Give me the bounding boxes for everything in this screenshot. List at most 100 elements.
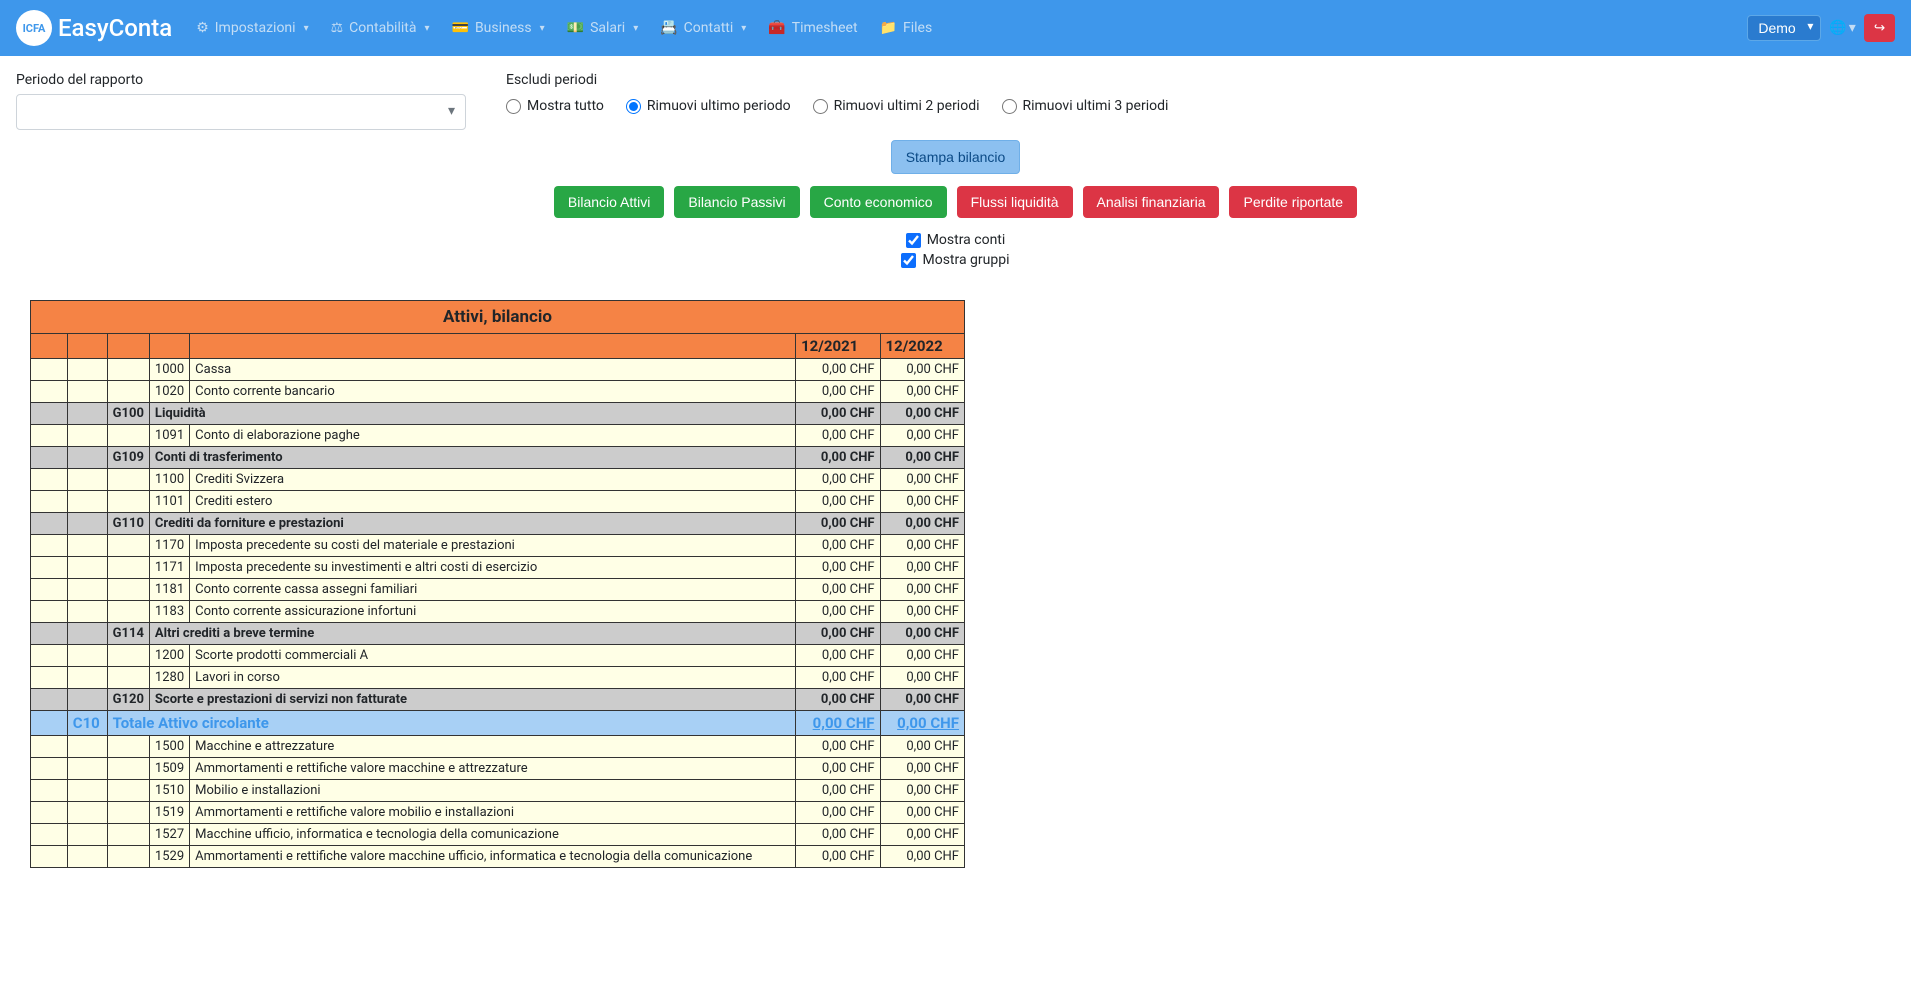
nav-label: Salari [590, 20, 625, 36]
cell-v2: 0,00 CHF [880, 667, 964, 689]
cell-v2: 0,00 CHF [880, 535, 964, 557]
nav-icon: 📁 [880, 20, 897, 36]
exclude-radio-3[interactable]: Rimuovi ultimi 3 periodi [1002, 98, 1169, 114]
table-row: 1091Conto di elaborazione paghe0,00 CHF0… [31, 425, 965, 447]
nav-icon: 💳 [452, 20, 469, 36]
group-code: G109 [107, 447, 149, 469]
language-button[interactable]: 🌐▾ [1829, 20, 1855, 36]
brand[interactable]: ICFA EasyConta [16, 10, 172, 46]
nav-label: Impostazioni [215, 20, 296, 36]
cell-v2: 0,00 CHF [880, 513, 964, 535]
cell-v1: 0,00 CHF [796, 824, 880, 846]
class-code: C10 [67, 711, 107, 736]
nav-icon: 🧰 [768, 20, 785, 36]
cell-v1: 0,00 CHF [796, 758, 880, 780]
nav-icon: ⚙ [196, 20, 209, 36]
exclude-radio-input[interactable] [506, 99, 521, 114]
report-button-bilancio-attivi[interactable]: Bilancio Attivi [554, 186, 664, 218]
logout-icon: ↪ [1874, 20, 1885, 35]
cell-v1: 0,00 CHF [796, 535, 880, 557]
exclude-radio-input[interactable] [1002, 99, 1017, 114]
account-code: 1170 [149, 535, 189, 557]
account-code: 1280 [149, 667, 189, 689]
cell-v2: 0,00 CHF [880, 425, 964, 447]
cell-v1: 0,00 CHF [796, 513, 880, 535]
cell-v2: 0,00 CHF [880, 381, 964, 403]
table-row: G100Liquidità0,00 CHF0,00 CHF [31, 403, 965, 425]
exclude-radio-input[interactable] [626, 99, 641, 114]
account-code: 1510 [149, 780, 189, 802]
group-code: G120 [107, 689, 149, 711]
report-button-perdite-riportate[interactable]: Perdite riportate [1229, 186, 1357, 218]
report-button-flussi-liquidità[interactable]: Flussi liquidità [957, 186, 1073, 218]
cell-v2: 0,00 CHF [880, 780, 964, 802]
cell-v2: 0,00 CHF [880, 359, 964, 381]
cell-v2: 0,00 CHF [880, 491, 964, 513]
table-row: 1500Macchine e attrezzature0,00 CHF0,00 … [31, 736, 965, 758]
cell-v2: 0,00 CHF [880, 846, 964, 868]
nav-files[interactable]: 📁 Files [870, 14, 943, 42]
table-row: 1100Crediti Svizzera0,00 CHF0,00 CHF [31, 469, 965, 491]
exclude-radio-input[interactable] [813, 99, 828, 114]
account-desc: Conto corrente cassa assegni familiari [190, 579, 796, 601]
globe-icon: 🌐 [1829, 20, 1846, 36]
account-code: 1527 [149, 824, 189, 846]
table-row: 1000Cassa0,00 CHF0,00 CHF [31, 359, 965, 381]
exclude-radio-0[interactable]: Mostra tutto [506, 98, 604, 114]
account-desc: Crediti Svizzera [190, 469, 796, 491]
show-groups-checkbox[interactable] [901, 253, 916, 268]
report-button-analisi-finanziaria[interactable]: Analisi finanziaria [1083, 186, 1220, 218]
cell-v2: 0,00 CHF [880, 711, 964, 736]
account-desc: Imposta precedente su investimenti e alt… [190, 557, 796, 579]
exclude-radio-1[interactable]: Rimuovi ultimo periodo [626, 98, 791, 114]
show-groups-check[interactable]: Mostra gruppi [901, 252, 1009, 268]
account-code: 1101 [149, 491, 189, 513]
cell-v2: 0,00 CHF [880, 736, 964, 758]
period-select[interactable] [16, 94, 466, 130]
navbar: ICFA EasyConta ⚙Impostazioni▾⚖Contabilit… [0, 0, 1911, 56]
table-row: 1280Lavori in corso0,00 CHF0,00 CHF [31, 667, 965, 689]
table-row: G114Altri crediti a breve termine0,00 CH… [31, 623, 965, 645]
cell-v1: 0,00 CHF [796, 601, 880, 623]
account-desc: Ammortamenti e rettifiche valore macchin… [190, 758, 796, 780]
account-desc: Macchine e attrezzature [190, 736, 796, 758]
group-desc: Conti di trasferimento [149, 447, 795, 469]
report-button-conto-economico[interactable]: Conto economico [810, 186, 947, 218]
nav-salari[interactable]: 💵Salari▾ [557, 14, 649, 42]
nav-impostazioni[interactable]: ⚙Impostazioni▾ [186, 14, 318, 42]
nav-business[interactable]: 💳Business▾ [442, 14, 555, 42]
account-desc: Crediti estero [190, 491, 796, 513]
col-header-1: 12/2021 [796, 334, 880, 359]
nav-label: Files [903, 20, 932, 36]
report-button-bilancio-passivi[interactable]: Bilancio Passivi [674, 186, 799, 218]
account-code: 1020 [149, 381, 189, 403]
cell-v1: 0,00 CHF [796, 381, 880, 403]
nav-contatti[interactable]: 📇Contatti▾ [650, 14, 756, 42]
group-code: G100 [107, 403, 149, 425]
table-row: C10Totale Attivo circolante0,00 CHF0,00 … [31, 711, 965, 736]
nav-timesheet[interactable]: 🧰 Timesheet [758, 14, 867, 42]
show-accounts-checkbox[interactable] [906, 233, 921, 248]
exclude-radio-2[interactable]: Rimuovi ultimi 2 periodi [813, 98, 980, 114]
show-accounts-check[interactable]: Mostra conti [906, 232, 1006, 248]
account-code: 1509 [149, 758, 189, 780]
nav-label: Timesheet [792, 20, 858, 36]
exclude-radio-label: Rimuovi ultimi 2 periodi [834, 98, 980, 114]
show-groups-label: Mostra gruppi [922, 252, 1009, 268]
account-desc: Scorte prodotti commerciali A [190, 645, 796, 667]
account-desc: Conto corrente bancario [190, 381, 796, 403]
nav-contabilità[interactable]: ⚖Contabilità▾ [321, 14, 440, 42]
tenant-select[interactable]: Demo [1747, 15, 1821, 41]
account-code: 1529 [149, 846, 189, 868]
group-code: G110 [107, 513, 149, 535]
period-label: Periodo del rapporto [16, 72, 466, 88]
logout-button[interactable]: ↪ [1864, 14, 1895, 42]
cell-v1: 0,00 CHF [796, 846, 880, 868]
cell-v1: 0,00 CHF [796, 667, 880, 689]
nav-icon: 💵 [567, 20, 584, 36]
print-balance-button[interactable]: Stampa bilancio [891, 140, 1021, 174]
cell-v2: 0,00 CHF [880, 689, 964, 711]
cell-v1: 0,00 CHF [796, 802, 880, 824]
cell-v1: 0,00 CHF [796, 736, 880, 758]
table-row: 1183Conto corrente assicurazione infortu… [31, 601, 965, 623]
